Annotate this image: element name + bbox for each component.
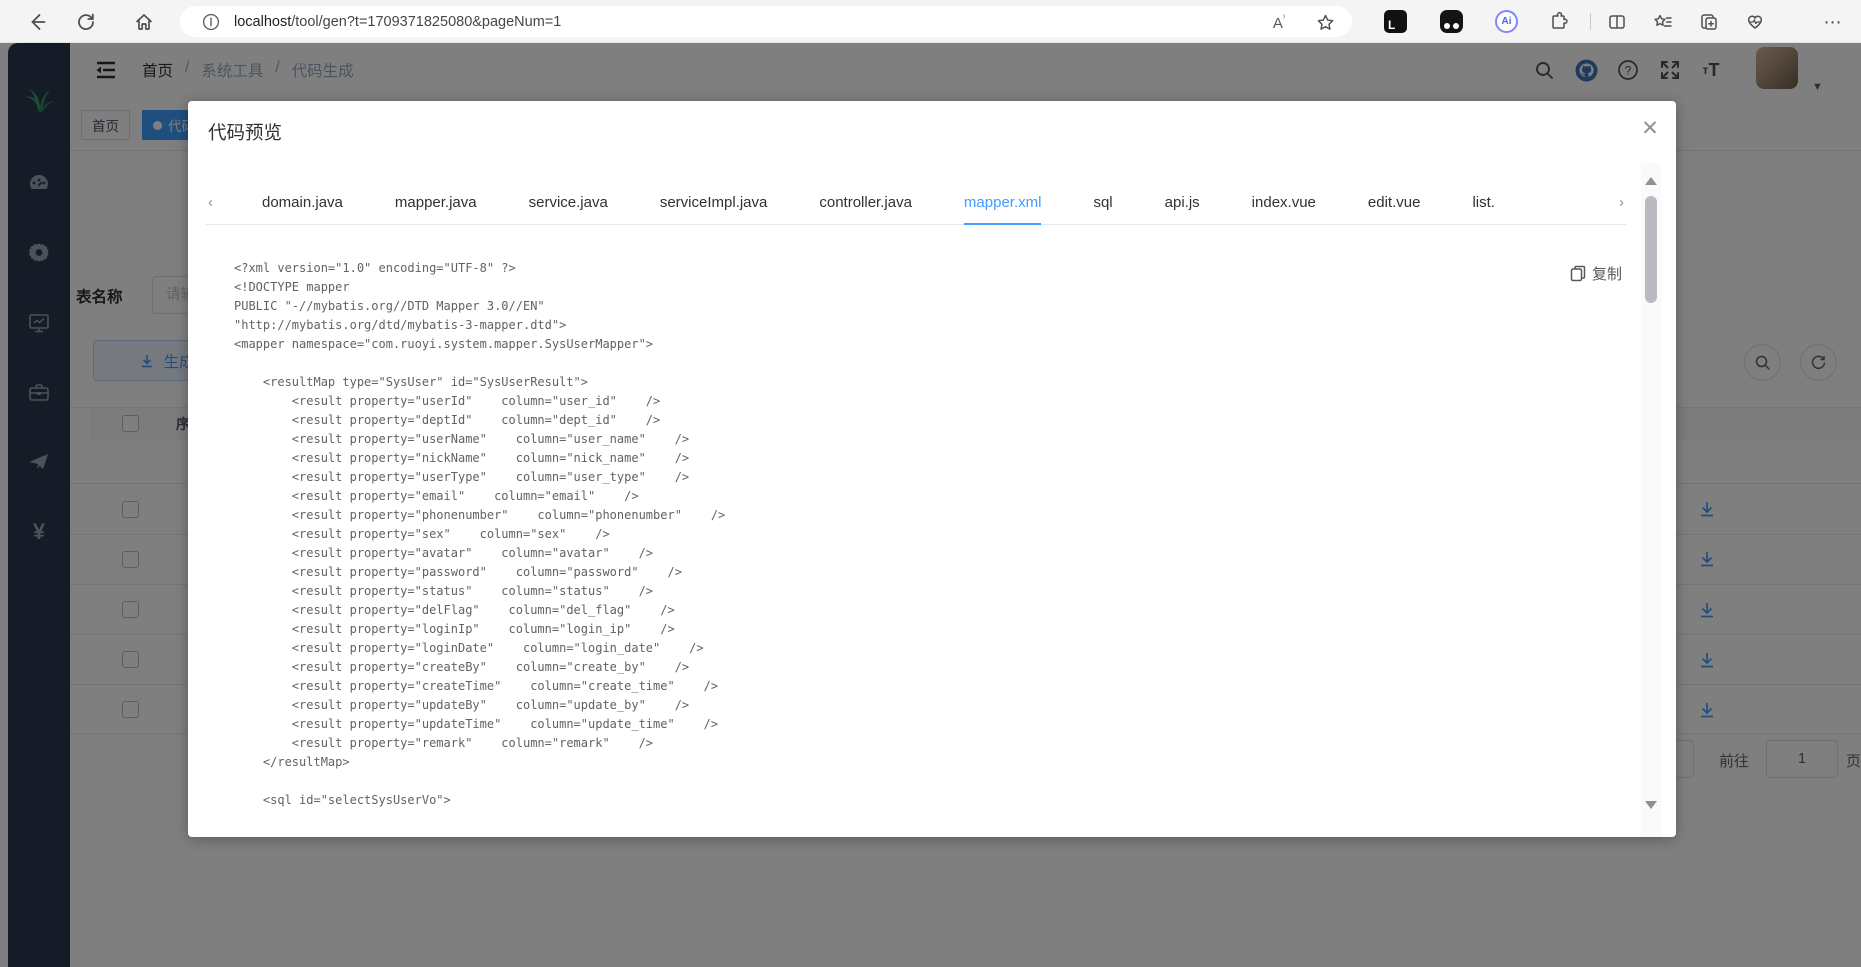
browser-essentials-icon[interactable] xyxy=(1742,9,1768,35)
copy-button[interactable]: 复制 xyxy=(1570,263,1622,284)
browser-toolbar: localhost/tool/gen?t=1709371825080&pageN… xyxy=(0,0,1861,43)
close-icon[interactable]: ✕ xyxy=(1636,114,1664,142)
dialog-title: 代码预览 xyxy=(208,122,283,143)
modal-scrollbar[interactable] xyxy=(1641,163,1661,837)
site-info-icon[interactable] xyxy=(202,13,220,31)
toolbar-divider xyxy=(1590,13,1591,30)
browser-menu-icon[interactable]: ⋯ xyxy=(1820,9,1846,35)
url-text: localhost/tool/gen?t=1709371825080&pageN… xyxy=(234,13,562,30)
split-screen-icon[interactable] xyxy=(1604,9,1630,35)
tab-controller-java[interactable]: controller.java xyxy=(819,183,912,225)
scroll-down-icon[interactable] xyxy=(1645,801,1657,809)
read-aloud-icon[interactable]: A⁾ xyxy=(1266,9,1292,35)
refresh-icon[interactable] xyxy=(73,9,99,35)
favorite-star-icon[interactable] xyxy=(1312,9,1338,35)
extension-l-icon[interactable]: L xyxy=(1384,10,1407,33)
home-icon[interactable] xyxy=(131,9,157,35)
tab-edit-vue[interactable]: edit.vue xyxy=(1368,183,1421,225)
back-icon[interactable] xyxy=(24,9,50,35)
extension-dots-icon[interactable] xyxy=(1440,10,1463,33)
tabs-prev-icon[interactable]: ‹ xyxy=(208,194,213,211)
tab-index-vue[interactable]: index.vue xyxy=(1252,183,1316,225)
extensions-puzzle-icon[interactable] xyxy=(1546,9,1572,35)
tabs-next-icon[interactable]: › xyxy=(1619,194,1624,211)
tab-list-vue[interactable]: list. xyxy=(1472,183,1495,225)
tab-serviceimpl-java[interactable]: serviceImpl.java xyxy=(660,183,768,225)
tab-mapper-java[interactable]: mapper.java xyxy=(395,183,477,225)
scrollbar-thumb[interactable] xyxy=(1645,196,1657,303)
address-bar[interactable]: localhost/tool/gen?t=1709371825080&pageN… xyxy=(180,6,1352,37)
favorites-bar-icon[interactable] xyxy=(1650,9,1676,35)
tab-domain-java[interactable]: domain.java xyxy=(262,183,343,225)
tab-sql[interactable]: sql xyxy=(1093,183,1112,225)
extension-ai-icon[interactable]: Ai xyxy=(1495,10,1518,33)
tab-api-js[interactable]: api.js xyxy=(1165,183,1200,225)
collections-icon[interactable] xyxy=(1696,9,1722,35)
code-preview-dialog: 代码预览 ✕ ‹ domain.java mapper.java service… xyxy=(188,101,1676,837)
code-content[interactable]: <?xml version="1.0" encoding="UTF-8" ?> … xyxy=(234,259,1574,810)
tab-service-java[interactable]: service.java xyxy=(529,183,608,225)
tab-mapper-xml[interactable]: mapper.xml xyxy=(963,183,1042,225)
file-tabs-bar: ‹ domain.java mapper.java service.java s… xyxy=(206,183,1626,225)
scroll-up-icon[interactable] xyxy=(1645,177,1657,185)
